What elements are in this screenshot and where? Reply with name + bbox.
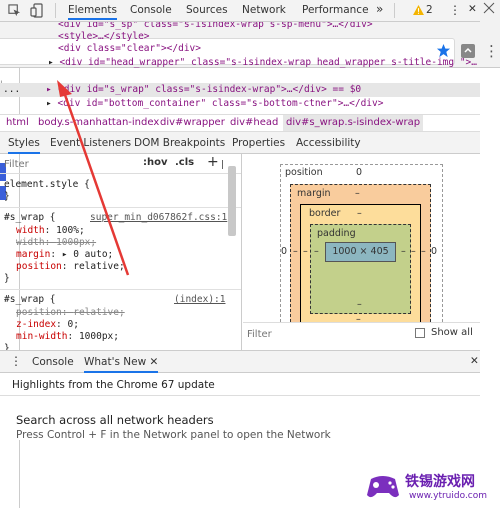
- gamepad-logo-icon: [367, 476, 399, 498]
- site-watermark: 铁锡游戏网 www.ytruido.com: [365, 467, 500, 508]
- watermark-name: 铁锡游戏网: [405, 474, 475, 490]
- watermark-url: www.ytruido.com: [409, 491, 488, 501]
- red-arrow-annotation: [57, 80, 130, 276]
